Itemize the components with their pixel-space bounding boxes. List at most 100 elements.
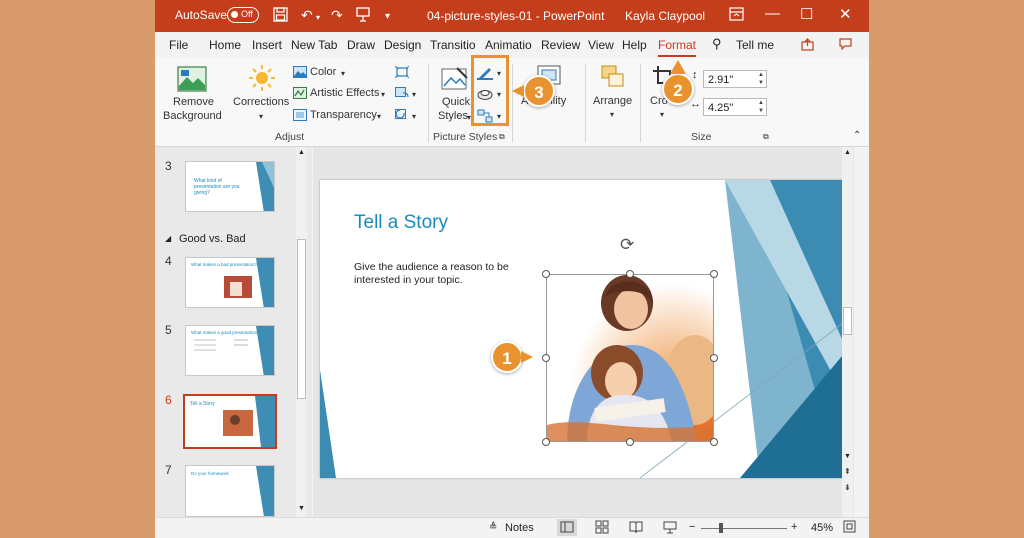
arrange-icon[interactable] [600,64,626,93]
resize-handle-bottom[interactable] [626,438,634,446]
collapse-ribbon-icon[interactable]: ⌃ [853,130,861,141]
autosave-toggle[interactable]: Off [227,7,259,23]
tab-view[interactable]: View [588,38,614,52]
reset-picture-icon[interactable] [395,109,409,124]
quick-styles-line2[interactable]: Styles [438,110,468,122]
maximize-icon[interactable]: ☐ [800,5,813,23]
rotate-handle-icon[interactable]: ⟳ [620,235,634,255]
artistic-effects-icon[interactable] [293,87,307,102]
change-picture-dropdown-icon[interactable]: ▾ [412,90,416,99]
resize-handle-top-right[interactable] [710,270,718,278]
resize-handle-left[interactable] [542,354,550,362]
slide-thumbnail-6[interactable]: Tell a Story [183,394,277,449]
tab-review[interactable]: Review [541,38,580,52]
tab-file[interactable]: File [169,38,188,52]
minimize-icon[interactable]: — [765,5,780,22]
remove-background-icon[interactable] [177,66,207,95]
canvas-scrollbar[interactable]: ▲ ▼ ⇞ ⇟ [842,147,853,517]
zoom-slider-thumb[interactable] [719,523,723,533]
tab-home[interactable]: Home [209,38,241,52]
redo-icon[interactable]: ↷ [331,7,343,23]
arrange-label[interactable]: Arrange [593,95,632,107]
tab-draw[interactable]: Draw [347,38,375,52]
resize-handle-right[interactable] [710,354,718,362]
scroll-up-icon[interactable]: ▲ [298,149,305,156]
tab-transitions[interactable]: Transitio [430,38,476,52]
tab-format[interactable]: Format [658,38,697,57]
corrections-dropdown-icon[interactable]: ▾ [259,112,263,121]
close-icon[interactable]: ✕ [839,5,852,23]
picture-styles-launcher-icon[interactable]: ⧉ [499,132,505,142]
color-icon[interactable] [293,66,307,81]
quick-styles-icon[interactable] [441,66,469,95]
save-icon[interactable] [273,7,288,25]
slide-body-text[interactable]: Give the audience a reason to be interes… [354,261,534,287]
scroll-down-icon[interactable]: ▼ [298,505,305,512]
resize-handle-bottom-left[interactable] [542,438,550,446]
resize-handle-bottom-right[interactable] [710,438,718,446]
crop-dropdown-icon[interactable]: ▾ [660,110,664,119]
zoom-level[interactable]: 45% [811,522,833,534]
customize-icon[interactable]: ▾ [385,9,390,25]
user-name[interactable]: Kayla Claypool [625,9,705,23]
color-dropdown-icon[interactable]: ▾ [341,69,345,78]
artistic-effects-label[interactable]: Artistic Effects [310,87,379,99]
section-collapse-icon[interactable]: ◢ [165,234,171,243]
width-input[interactable]: 4.25" ▲ ▼ [703,98,767,116]
present-icon[interactable] [356,7,370,25]
undo-icon[interactable]: ↶ [301,7,313,23]
thumbnails-scrollbar[interactable]: ▲ ▼ [296,147,307,517]
height-input[interactable]: 2.91" ▲ ▼ [703,70,767,88]
corrections-sun-icon[interactable] [248,64,276,95]
remove-background-line2[interactable]: Background [163,110,222,122]
height-stepper[interactable]: ▲ ▼ [758,71,764,87]
slide-title[interactable]: Tell a Story [354,212,448,234]
transparency-dropdown-icon[interactable]: ▾ [377,112,381,121]
zoom-in-icon[interactable]: + [791,521,797,533]
tell-me-search[interactable]: Tell me [736,38,774,52]
normal-view-icon[interactable] [557,519,577,536]
ribbon-display-icon[interactable] [729,7,744,24]
quick-styles-line1[interactable]: Quick [442,96,470,108]
change-picture-icon[interactable] [395,87,409,102]
canvas-scroll-thumb[interactable] [843,307,852,335]
fit-to-window-icon[interactable] [843,520,856,536]
thumbnails-scroll-thumb[interactable] [297,239,306,399]
next-slide-icon[interactable]: ⇟ [844,483,851,492]
tab-design[interactable]: Design [384,38,421,52]
zoom-slider[interactable] [701,528,787,529]
color-label[interactable]: Color [310,66,336,78]
remove-background-line1[interactable]: Remove [173,96,214,108]
slideshow-view-icon[interactable] [663,520,677,537]
arrange-dropdown-icon[interactable]: ▾ [610,110,614,119]
tab-insert[interactable]: Insert [252,38,282,52]
transparency-icon[interactable] [293,109,307,124]
slide-thumbnail-4[interactable]: What makes a bad presentation? [185,257,275,308]
resize-handle-top[interactable] [626,270,634,278]
tab-animations[interactable]: Animatio [485,38,532,52]
tab-new-tab[interactable]: New Tab [291,38,337,52]
artistic-effects-dropdown-icon[interactable]: ▾ [381,90,385,99]
resize-handle-top-left[interactable] [542,270,550,278]
width-stepper[interactable]: ▲ ▼ [758,99,764,115]
previous-slide-icon[interactable]: ⇞ [844,467,851,476]
selected-picture[interactable] [546,274,714,442]
corrections-label[interactable]: Corrections [233,96,289,108]
reset-picture-dropdown-icon[interactable]: ▾ [412,112,416,121]
section-title[interactable]: Good vs. Bad [179,233,246,245]
size-launcher-icon[interactable]: ⧉ [763,132,769,142]
scroll-up-icon[interactable]: ▲ [844,149,851,156]
comments-icon[interactable] [839,38,852,53]
slide-sorter-icon[interactable] [595,520,609,537]
slide-thumbnail-5[interactable]: What makes a good presentation? [185,325,275,376]
compress-pictures-icon[interactable] [394,65,410,81]
notes-button[interactable]: Notes [505,522,534,534]
lightbulb-search-icon[interactable]: ⚲ [712,36,722,52]
tab-help[interactable]: Help [622,38,647,52]
undo-dropdown-icon[interactable]: ▾ [316,10,320,26]
slide-thumbnail-3[interactable]: What kind of presentation are you giving… [185,161,275,212]
zoom-out-icon[interactable]: − [689,521,695,533]
notes-icon[interactable]: ≜ [489,522,497,533]
slide-thumbnail-7[interactable]: Do your homework [185,465,275,517]
share-icon[interactable] [801,38,814,54]
